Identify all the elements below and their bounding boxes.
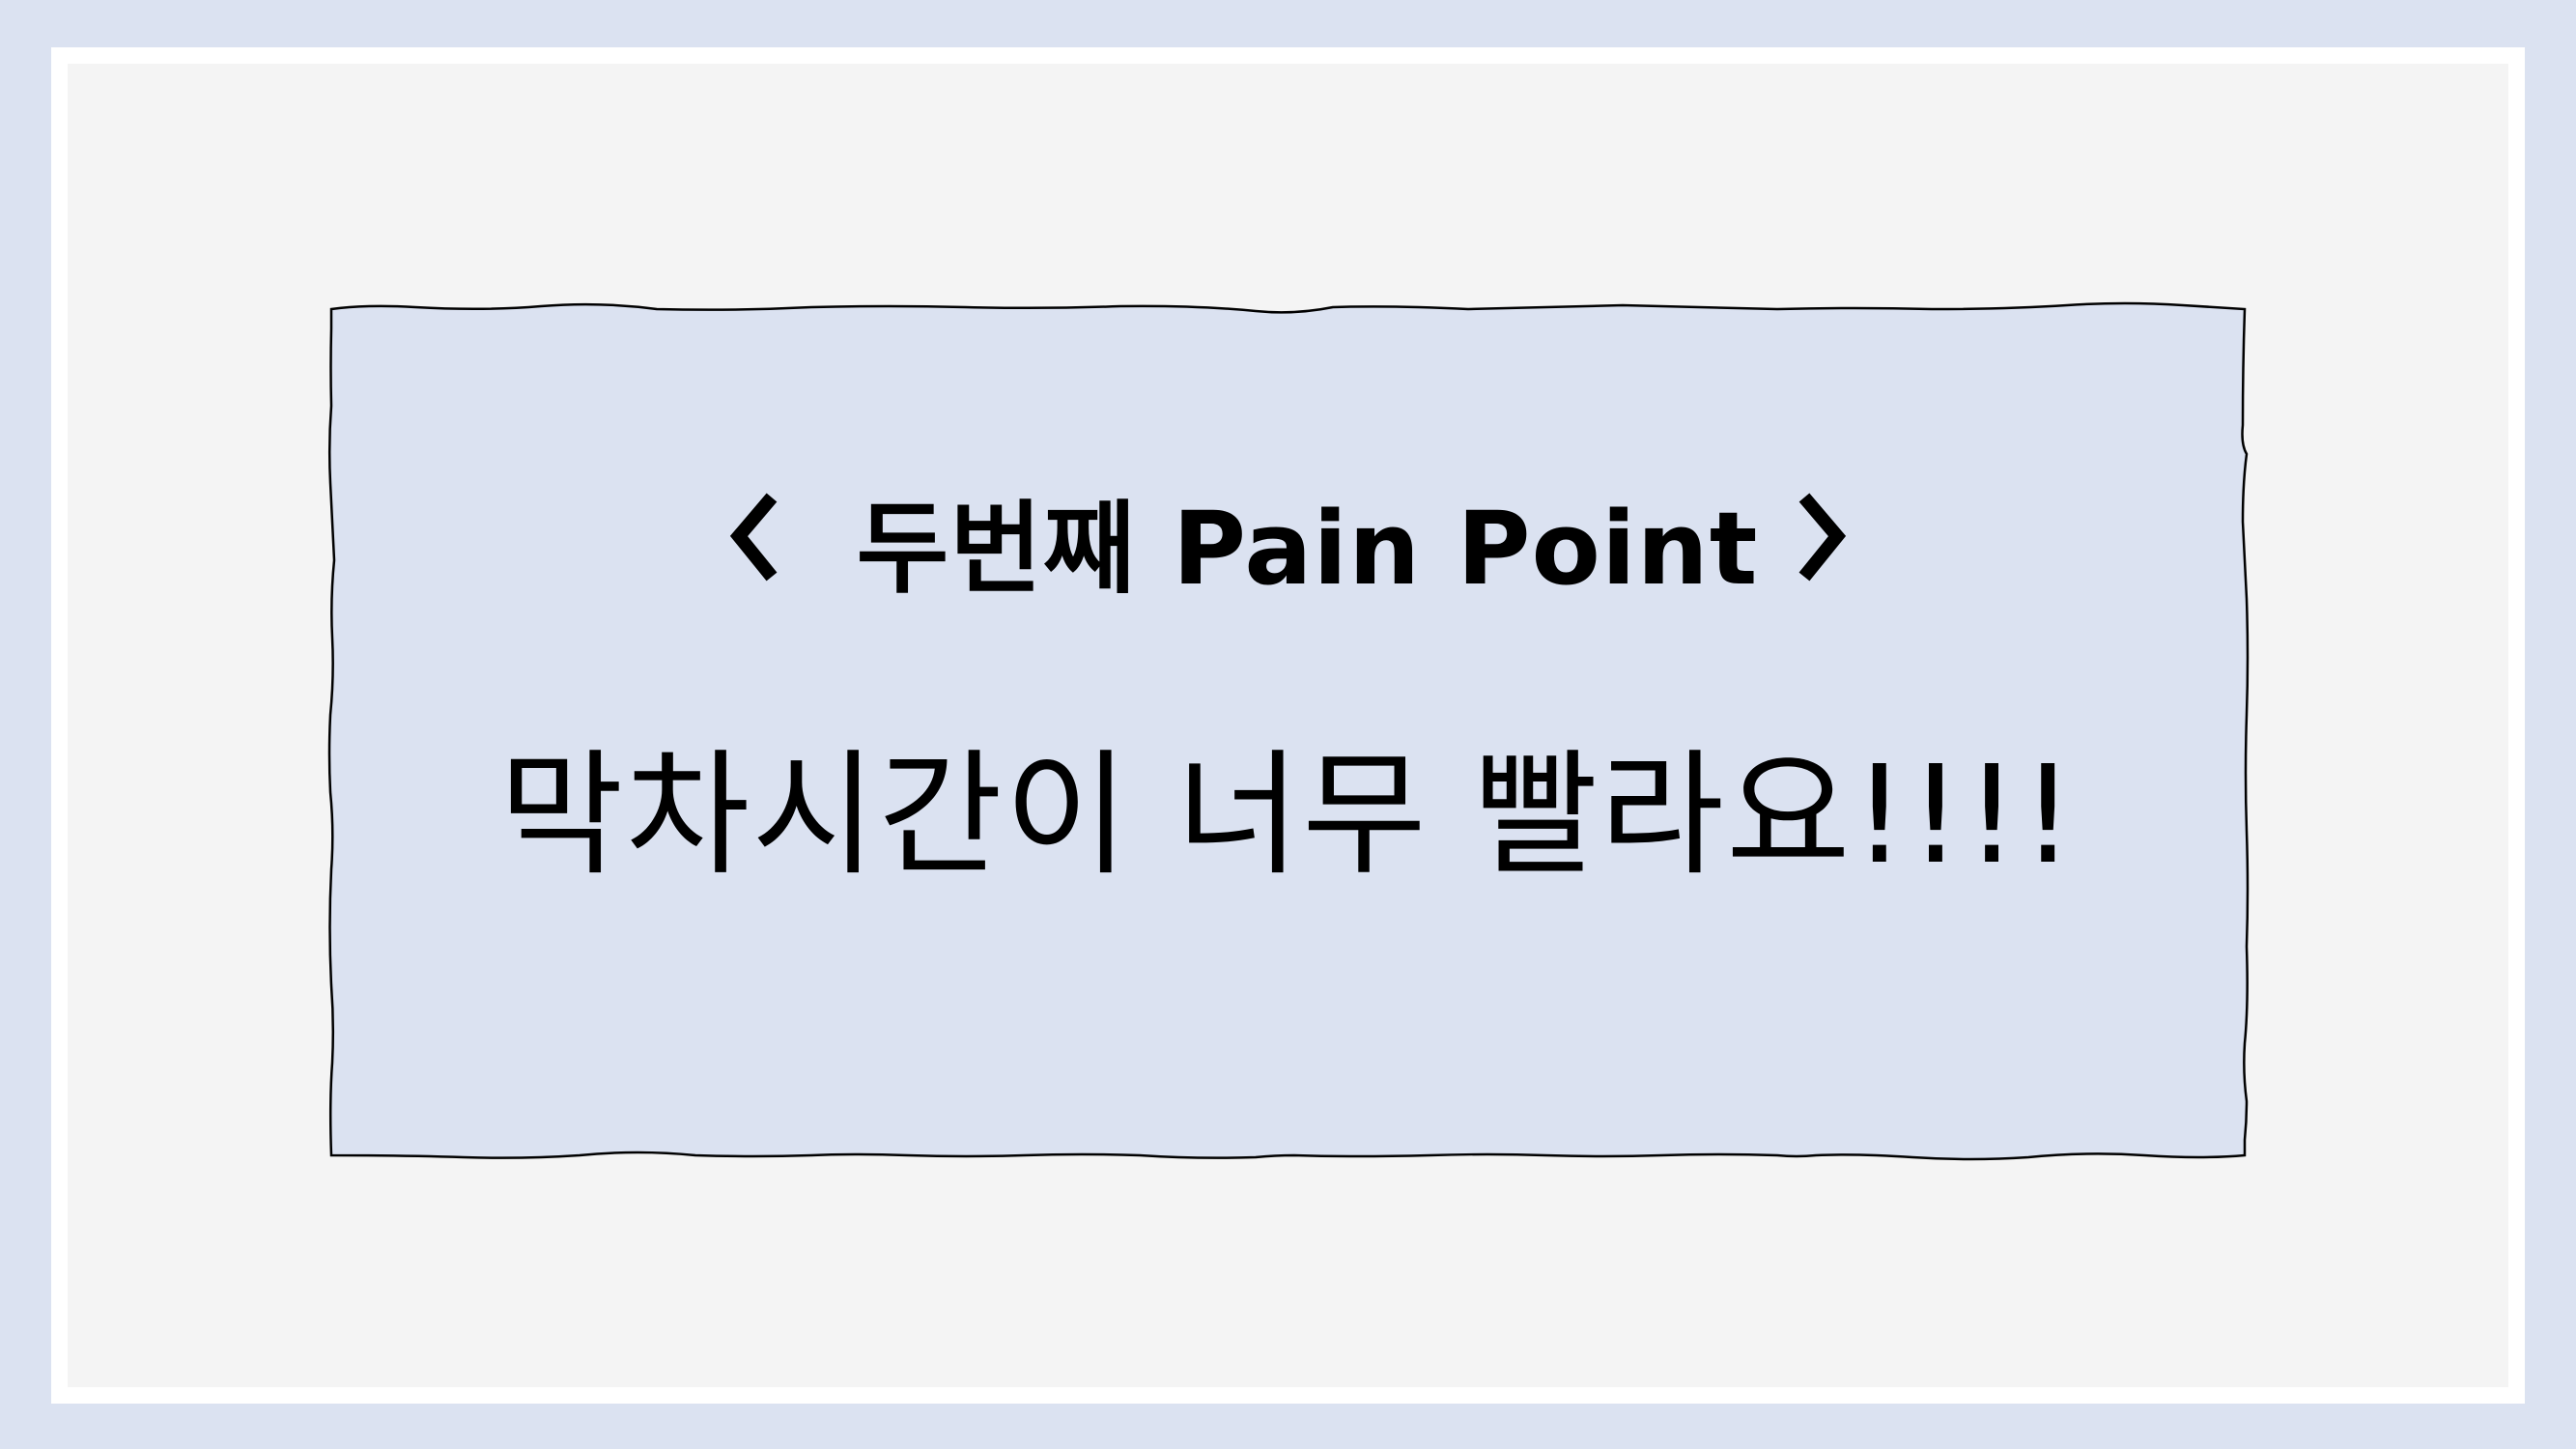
slide-message: 막차시간이 너무 빨라요!!!! [498, 737, 2078, 895]
slide-title: 두번째 Pain Point [856, 489, 1759, 608]
slide-title-row: 두번째 Pain Point [0, 481, 2576, 608]
chevron-right-icon [1795, 492, 1847, 586]
chevron-left-icon [729, 492, 781, 586]
